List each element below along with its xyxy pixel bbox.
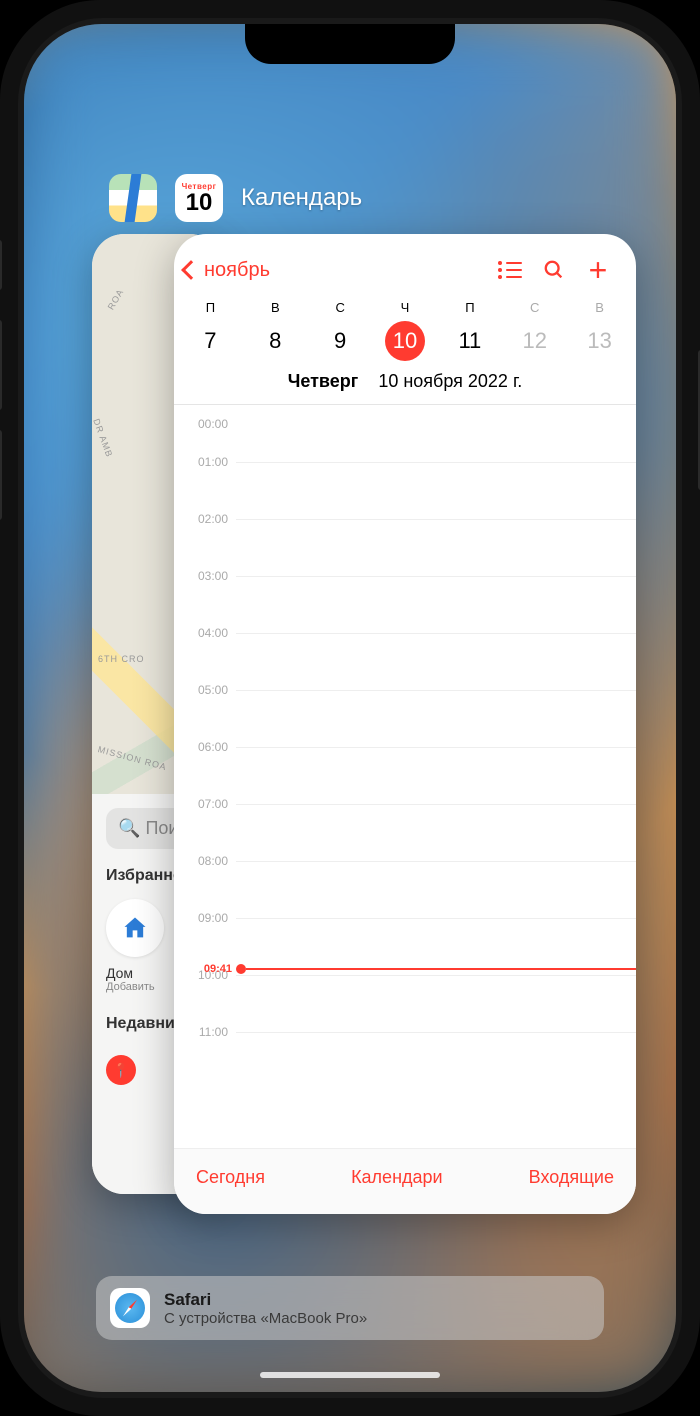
weekday-label: П (437, 300, 502, 315)
hour-gridline (236, 918, 636, 919)
now-line (246, 968, 636, 970)
handoff-source: С устройства «MacBook Pro» (164, 1310, 367, 1327)
list-icon (498, 261, 522, 279)
date-cell[interactable]: 10 (385, 321, 425, 361)
volume-down-button[interactable] (0, 430, 2, 520)
calendar-header: ноябрь + (174, 234, 636, 296)
calendar-app-icon[interactable]: Четверг 10 (175, 174, 223, 222)
hour-label: 02:00 (174, 512, 236, 526)
hour-label: 11:00 (174, 1025, 236, 1039)
subtitle-date: 10 ноября 2022 г. (378, 371, 522, 391)
plus-icon: + (589, 254, 608, 286)
hour-row: 10:00 (174, 975, 636, 1032)
hour-label: 05:00 (174, 683, 236, 697)
hour-gridline (236, 1032, 636, 1033)
hour-row: 08:00 (174, 861, 636, 918)
hour-label: 08:00 (174, 854, 236, 868)
weekday-label: В (567, 300, 632, 315)
hour-gridline (236, 576, 636, 577)
hour-row: 00:00 (174, 405, 636, 462)
back-label: ноябрь (204, 259, 270, 282)
mute-switch[interactable] (0, 240, 2, 290)
hour-row: 03:00 (174, 576, 636, 633)
date-cell[interactable]: 12 (515, 321, 555, 361)
calendars-button[interactable]: Календари (351, 1167, 443, 1188)
hour-label: 00:00 (174, 405, 236, 431)
now-time-label: 09:41 (188, 963, 232, 975)
subtitle-weekday: Четверг (288, 371, 359, 391)
calendar-icon-day: 10 (186, 191, 213, 215)
hour-gridline (236, 633, 636, 634)
safari-app-icon (110, 1288, 150, 1328)
home-icon (121, 914, 149, 942)
hour-row: 06:00 (174, 747, 636, 804)
hour-row: 07:00 (174, 804, 636, 861)
hour-label: 01:00 (174, 455, 236, 469)
inbox-button[interactable]: Входящие (529, 1167, 614, 1188)
hour-row: 01:00 (174, 462, 636, 519)
hour-row: 04:00 (174, 633, 636, 690)
maps-app-icon[interactable] (109, 174, 157, 222)
hour-row: 02:00 (174, 519, 636, 576)
now-dot-icon (236, 964, 246, 974)
compass-icon (115, 1293, 145, 1323)
hour-label: 09:00 (174, 911, 236, 925)
hour-gridline (236, 975, 636, 976)
add-event-button[interactable]: + (576, 254, 620, 286)
handoff-banner[interactable]: Safari С устройства «MacBook Pro» (96, 1276, 604, 1340)
app-switcher-header: Четверг 10 Календарь (109, 174, 362, 222)
date-subtitle: Четверг 10 ноября 2022 г. (174, 371, 636, 405)
weekday-row: ПВСЧПСВ (174, 296, 636, 315)
hour-gridline (236, 462, 636, 463)
hour-gridline (236, 519, 636, 520)
road-label: 6TH CRO (98, 654, 145, 664)
date-cell[interactable]: 11 (450, 321, 490, 361)
screen: Четверг 10 Календарь ROA DR AMB 6TH CRO … (24, 24, 676, 1392)
date-row: 789 10 11 12 13 (174, 315, 636, 371)
chevron-left-icon (181, 260, 201, 280)
weekday-label: В (243, 300, 308, 315)
search-icon (543, 259, 565, 281)
hour-label: 07:00 (174, 797, 236, 811)
search-button[interactable] (532, 259, 576, 281)
calendar-app-card[interactable]: ноябрь + (174, 234, 636, 1214)
current-time-indicator: 09:41 (188, 963, 636, 975)
weekday-label: С (308, 300, 373, 315)
pin-icon: 📍 (106, 1055, 136, 1085)
hour-gridline (236, 861, 636, 862)
hour-label: 03:00 (174, 569, 236, 583)
notch (245, 24, 455, 64)
hour-gridline (236, 747, 636, 748)
date-cell[interactable]: 8 (255, 321, 295, 361)
hour-label: 06:00 (174, 740, 236, 754)
phone-bezel: Четверг 10 Календарь ROA DR AMB 6TH CRO … (18, 18, 682, 1398)
weekday-label: С (502, 300, 567, 315)
date-cell[interactable]: 7 (190, 321, 230, 361)
calendar-footer: Сегодня Календари Входящие (174, 1148, 636, 1214)
date-cell[interactable]: 13 (580, 321, 620, 361)
hour-gridline (236, 405, 636, 406)
front-app-title: Календарь (241, 184, 362, 212)
hour-label: 04:00 (174, 626, 236, 640)
today-button[interactable]: Сегодня (196, 1167, 265, 1188)
timeline[interactable]: 00:0001:0002:0003:0004:0005:0006:0007:00… (174, 405, 636, 1095)
date-cell[interactable]: 9 (320, 321, 360, 361)
handoff-app-name: Safari (164, 1290, 367, 1310)
hour-gridline (236, 804, 636, 805)
hour-gridline (236, 690, 636, 691)
home-indicator[interactable] (260, 1372, 440, 1378)
volume-up-button[interactable] (0, 320, 2, 410)
handoff-text: Safari С устройства «MacBook Pro» (164, 1290, 367, 1327)
weekday-label: Ч (373, 300, 438, 315)
hour-row: 11:00 (174, 1032, 636, 1089)
hour-row: 05:00 (174, 690, 636, 747)
favorite-home-button[interactable] (106, 899, 164, 957)
back-button[interactable]: ноябрь (184, 259, 270, 282)
list-view-button[interactable] (488, 261, 532, 279)
weekday-label: П (178, 300, 243, 315)
search-icon: 🔍 (118, 818, 140, 838)
phone-frame: Четверг 10 Календарь ROA DR AMB 6TH CRO … (0, 0, 700, 1416)
